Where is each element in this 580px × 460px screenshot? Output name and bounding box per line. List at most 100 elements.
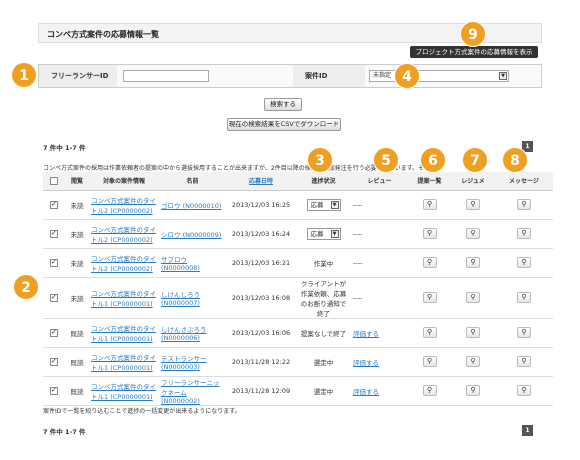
magnifier-icon[interactable]: ⚲ (466, 228, 480, 239)
project-id-select[interactable]: 未指定 ▼ (369, 70, 509, 82)
magnifier-icon[interactable]: ⚲ (517, 327, 531, 338)
row-select-cell (43, 318, 65, 348)
review-cell: ---- (351, 248, 408, 278)
freelancer-link[interactable]: しけんしろう (N0000007) (161, 291, 200, 307)
magnifier-icon[interactable]: ⚲ (517, 199, 531, 210)
row-checkbox[interactable] (50, 200, 58, 209)
status-cell: 作業中 (296, 248, 351, 278)
project-link[interactable]: コンペ方式案件のタイトル1 (CP0000001) (91, 354, 156, 372)
col-status: 進捗状況 (296, 172, 351, 191)
applied-date: 2013/12/03 16:25 (226, 190, 296, 220)
project-link[interactable]: コンペ方式案件のタイトル2 (CP0000002) (91, 226, 156, 244)
magnifier-icon[interactable]: ⚲ (422, 292, 437, 303)
applied-date: 2013/12/03 16:06 (226, 318, 296, 348)
magnifier-icon[interactable]: ⚲ (517, 356, 531, 367)
pager-page-bottom[interactable]: 1 (522, 425, 533, 436)
review-link[interactable]: 評価する (353, 359, 379, 367)
review-cell: ---- (351, 277, 408, 319)
project-link[interactable]: コンペ方式案件のタイトル1 (CP0000001) (91, 325, 156, 343)
col-name: 名前 (159, 172, 226, 191)
row-checkbox[interactable] (50, 293, 58, 302)
csv-download-button[interactable]: 現在の検索結果をCSVでダウンロード (227, 118, 341, 131)
message-cell: ⚲ (495, 219, 553, 249)
freelancer-id-label: フリーランサーID (39, 65, 117, 87)
row-select-cell (43, 190, 65, 220)
magnifier-icon[interactable]: ⚲ (422, 228, 437, 239)
message-cell: ⚲ (495, 318, 553, 348)
col-date[interactable]: 応募日時 (226, 172, 296, 191)
magnifier-icon[interactable]: ⚲ (466, 385, 480, 396)
project-cell: コンペ方式案件のタイトル1 (CP0000001) (89, 277, 159, 319)
project-link[interactable]: コンペ方式案件のタイトル1 (CP0000001) (91, 383, 156, 401)
proposals-cell: ⚲ (408, 376, 451, 406)
magnifier-icon[interactable]: ⚲ (466, 257, 480, 268)
read-status: 未読 (65, 277, 89, 319)
callout-badge-2: 2 (13, 274, 39, 300)
resume-cell: ⚲ (451, 347, 495, 377)
message-cell: ⚲ (495, 190, 553, 220)
table-row: 未読コンペ方式案件のタイトル2 (CP0000002) サブロウ (N000000… (43, 248, 553, 278)
status-cell: クライアントが作業依頼、応募のお断り通知で終了 (296, 277, 351, 319)
magnifier-icon[interactable]: ⚲ (422, 356, 437, 367)
status-select[interactable]: 応募 ▼ (306, 198, 341, 211)
magnifier-icon[interactable]: ⚲ (517, 292, 531, 303)
callout-badge-8: 8 (502, 147, 528, 173)
freelancer-link[interactable]: サブロウ (N0000008) (161, 256, 200, 272)
review-cell: ---- (351, 219, 408, 249)
magnifier-icon[interactable]: ⚲ (466, 292, 480, 303)
read-status: 未読 (65, 219, 89, 249)
select-all-checkbox[interactable] (50, 176, 58, 185)
magnifier-icon[interactable]: ⚲ (422, 199, 437, 210)
project-link[interactable]: コンペ方式案件のタイトル1 (CP0000001) (91, 290, 156, 308)
callout-badge-6: 6 (420, 147, 446, 173)
status-cell: 選定中 (296, 347, 351, 377)
row-checkbox[interactable] (50, 357, 58, 366)
project-link[interactable]: コンペ方式案件のタイトル2 (CP0000002) (91, 255, 156, 273)
freelancer-id-input[interactable] (123, 70, 209, 82)
project-link[interactable]: コンペ方式案件のタイトル2 (CP0000002) (91, 197, 156, 215)
search-button[interactable]: 検索する (264, 98, 302, 111)
row-select-cell (43, 277, 65, 319)
select-all-cell (43, 172, 65, 191)
row-checkbox[interactable] (50, 386, 58, 395)
magnifier-icon[interactable]: ⚲ (466, 327, 480, 338)
callout-badge-7: 7 (462, 147, 488, 173)
freelancer-link[interactable]: シロウ (N0000009) (161, 231, 221, 239)
applied-date: 2013/11/28 12:22 (226, 347, 296, 377)
freelancer-link[interactable]: テストランサー (N0000003) (161, 355, 207, 371)
magnifier-icon[interactable]: ⚲ (517, 385, 531, 396)
magnifier-icon[interactable]: ⚲ (466, 199, 480, 210)
magnifier-icon[interactable]: ⚲ (422, 257, 437, 268)
magnifier-icon[interactable]: ⚲ (422, 385, 437, 396)
name-cell: フリーランサーニックネーム (N0000002) (159, 376, 226, 406)
freelancer-link[interactable]: しけんさぶろう (N0000006) (161, 326, 207, 342)
review-cell: ---- (351, 190, 408, 220)
magnifier-icon[interactable]: ⚲ (466, 356, 480, 367)
review-text: ---- (353, 293, 363, 302)
result-count-bottom: 7 件中 1-7 件 (43, 428, 86, 436)
project-cell: コンペ方式案件のタイトル2 (CP0000002) (89, 190, 159, 220)
review-cell: 評価する (351, 376, 408, 406)
magnifier-icon[interactable]: ⚲ (517, 257, 531, 268)
footer-note: 案件IDで一覧を絞り込むことで進捗の一括変更が出来るようになります。 (43, 408, 241, 415)
freelancer-link[interactable]: ゴロウ (N0000010) (161, 202, 221, 210)
row-checkbox[interactable] (50, 229, 58, 238)
magnifier-icon[interactable]: ⚲ (422, 327, 437, 338)
status-cell: 応募 ▼ (296, 219, 351, 249)
review-link[interactable]: 評価する (353, 388, 379, 396)
freelancer-link[interactable]: フリーランサーニックネーム (N0000002) (161, 379, 220, 405)
row-select-cell (43, 347, 65, 377)
magnifier-icon[interactable]: ⚲ (517, 228, 531, 239)
row-checkbox[interactable] (50, 328, 58, 337)
row-checkbox[interactable] (50, 258, 58, 267)
chevron-down-icon: ▼ (499, 72, 507, 80)
table-row: 既読コンペ方式案件のタイトル1 (CP0000001) フリーランサーニックネーム… (43, 376, 553, 406)
review-link[interactable]: 評価する (353, 330, 379, 338)
message-cell: ⚲ (495, 347, 553, 377)
view-project-applications-button[interactable]: プロジェクト方式案件の応募情報を表示 (410, 46, 538, 58)
applied-date: 2013/12/03 16:08 (226, 277, 296, 319)
status-select[interactable]: 応募 ▼ (306, 227, 341, 240)
col-project: 対象の案件情報 (89, 172, 159, 191)
project-cell: コンペ方式案件のタイトル1 (CP0000001) (89, 347, 159, 377)
status-cell: 選定中 (296, 376, 351, 406)
